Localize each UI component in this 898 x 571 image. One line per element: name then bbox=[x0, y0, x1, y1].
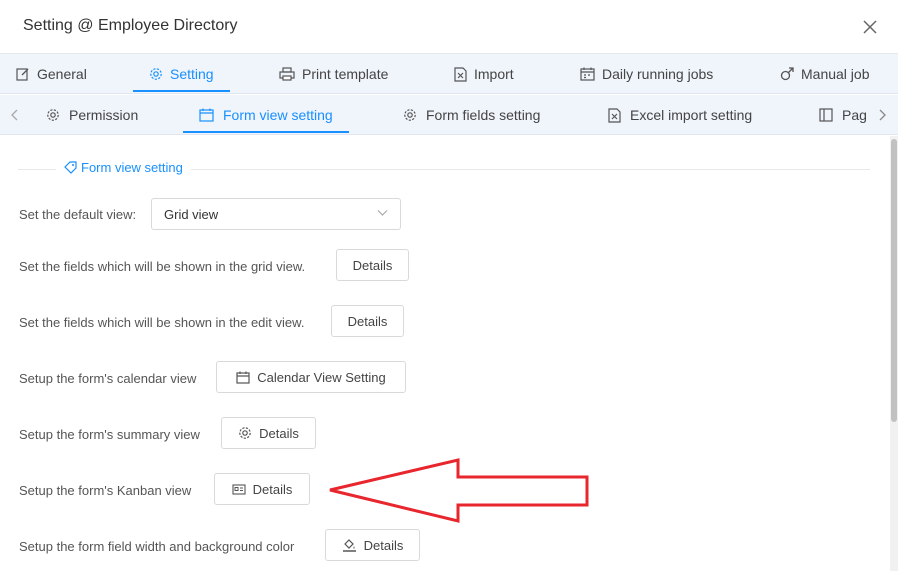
calendar-icon bbox=[236, 371, 250, 384]
calendar-view-setting-button[interactable]: Calendar View Setting bbox=[216, 361, 406, 393]
tab-excel-import-setting[interactable]: Excel import setting bbox=[608, 95, 753, 134]
id-card-icon bbox=[232, 483, 246, 495]
calendar-view-label: Setup the form's calendar view bbox=[19, 371, 197, 386]
tag-icon bbox=[64, 161, 77, 174]
grid-fields-details-button[interactable]: Details bbox=[336, 249, 409, 281]
tab-import-label: Import bbox=[474, 66, 514, 82]
calendar-view-setting-label: Calendar View Setting bbox=[257, 369, 386, 385]
tab-manual-job[interactable]: Manual job bbox=[780, 54, 870, 94]
top-tab-bar: General Setting Print template Import Da… bbox=[0, 54, 898, 94]
kanban-view-details-label: Details bbox=[252, 481, 293, 497]
summary-view-details-label: Details bbox=[259, 425, 299, 441]
tabs-scroll-left-button[interactable] bbox=[0, 95, 30, 134]
edit-fields-details-button[interactable]: Details bbox=[331, 305, 404, 337]
chevron-left-icon bbox=[11, 109, 18, 121]
field-width-details-label: Details bbox=[363, 537, 404, 553]
gear-icon bbox=[47, 109, 59, 121]
sub-tab-bar: Permission Form view setting Form fields… bbox=[0, 95, 898, 135]
tab-print-template[interactable]: Print template bbox=[279, 54, 388, 94]
section-title-text: Form view setting bbox=[81, 160, 183, 175]
male-icon bbox=[780, 67, 794, 81]
tab-form-fields-setting[interactable]: Form fields setting bbox=[403, 95, 541, 134]
edit-fields-label: Set the fields which will be shown in th… bbox=[19, 315, 305, 330]
calendar-icon bbox=[199, 108, 214, 122]
tab-print-template-label: Print template bbox=[302, 66, 389, 82]
tab-permission-label: Permission bbox=[69, 107, 139, 123]
kanban-view-details-button[interactable]: Details bbox=[214, 473, 310, 505]
tab-page-label: Pag bbox=[842, 107, 867, 123]
default-view-value: Grid view bbox=[164, 207, 219, 222]
dialog-header: Setting @ Employee Directory bbox=[0, 0, 898, 54]
gear-icon bbox=[150, 68, 162, 80]
excel-file-icon bbox=[454, 66, 467, 82]
tab-manual-job-label: Manual job bbox=[801, 66, 870, 82]
calendar-icon bbox=[580, 67, 595, 81]
tab-setting-label: Setting bbox=[170, 66, 214, 82]
tabs-scroll-right-button[interactable] bbox=[866, 95, 898, 134]
tab-form-view-setting[interactable]: Form view setting bbox=[183, 95, 349, 134]
tab-daily-running-jobs-label: Daily running jobs bbox=[602, 66, 714, 82]
kanban-view-label: Setup the form's Kanban view bbox=[19, 483, 192, 498]
dialog-title: Setting @ Employee Directory bbox=[23, 17, 238, 34]
chevron-down-icon bbox=[377, 210, 388, 216]
summary-view-label: Setup the form's summary view bbox=[19, 427, 200, 442]
tab-import[interactable]: Import bbox=[454, 54, 514, 94]
gear-icon bbox=[404, 109, 416, 121]
tab-form-fields-setting-label: Form fields setting bbox=[426, 107, 541, 123]
printer-icon bbox=[279, 67, 295, 81]
excel-file-icon bbox=[608, 107, 621, 123]
vertical-scrollbar[interactable] bbox=[890, 136, 898, 571]
tab-general-label: General bbox=[37, 66, 87, 82]
edit-icon bbox=[16, 68, 29, 81]
grid-fields-label: Set the fields which will be shown in th… bbox=[19, 259, 306, 274]
default-view-select[interactable]: Grid view bbox=[151, 198, 401, 230]
summary-view-details-button[interactable]: Details bbox=[221, 417, 316, 449]
tab-daily-running-jobs[interactable]: Daily running jobs bbox=[580, 54, 713, 94]
field-width-label: Setup the form field width and backgroun… bbox=[19, 539, 295, 554]
tab-form-view-setting-label: Form view setting bbox=[223, 107, 333, 123]
paint-bucket-icon bbox=[342, 539, 356, 552]
chevron-right-icon bbox=[879, 109, 886, 121]
default-view-label: Set the default view: bbox=[19, 207, 137, 222]
tab-permission[interactable]: Permission bbox=[46, 95, 139, 134]
tab-excel-import-setting-label: Excel import setting bbox=[630, 107, 753, 123]
section-title: Form view setting bbox=[56, 160, 191, 175]
tab-setting[interactable]: Setting bbox=[133, 54, 230, 94]
tab-page[interactable]: Pag bbox=[819, 95, 867, 134]
form-view-setting-panel: Form view setting Set the default view: … bbox=[0, 136, 890, 571]
tab-general[interactable]: General bbox=[16, 54, 87, 94]
layout-icon bbox=[819, 108, 833, 122]
gear-icon bbox=[239, 427, 251, 439]
field-width-details-button[interactable]: Details bbox=[325, 529, 420, 561]
close-icon[interactable] bbox=[860, 17, 880, 37]
vertical-scrollbar-thumb[interactable] bbox=[891, 139, 897, 422]
